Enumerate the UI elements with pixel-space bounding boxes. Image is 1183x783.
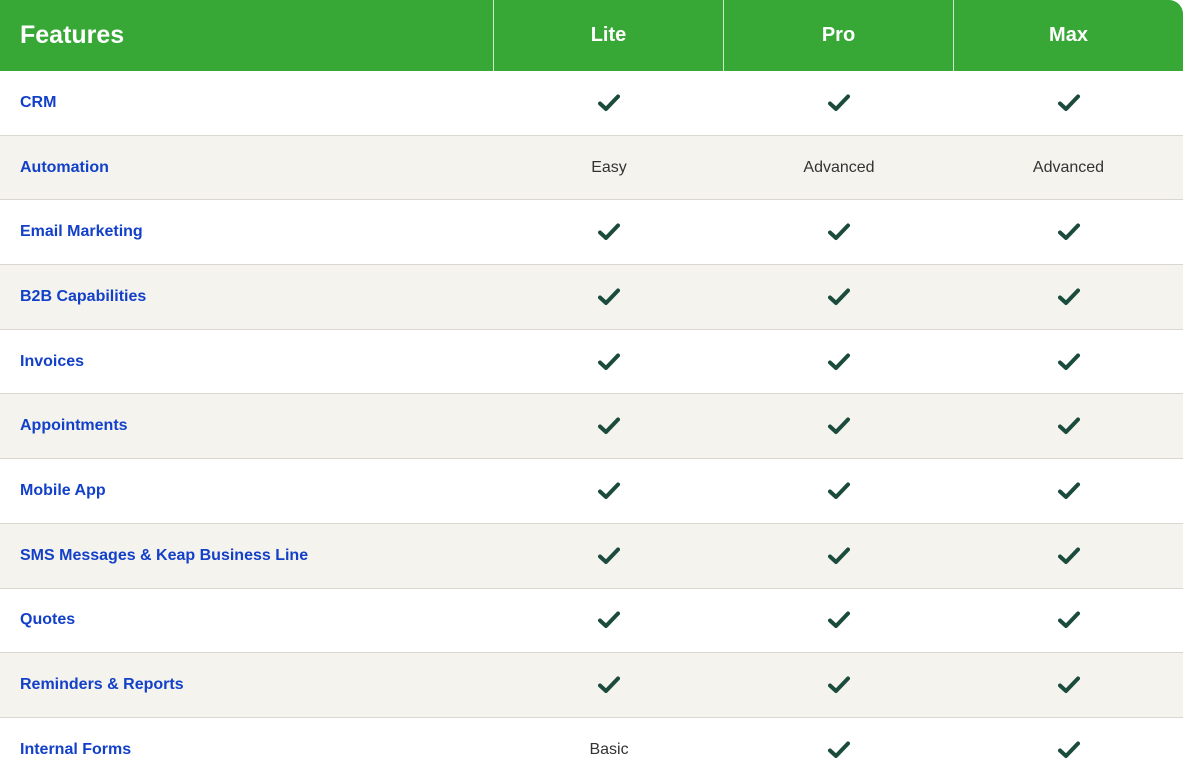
plan-cell-max (954, 330, 1183, 394)
checkmark-icon (1057, 547, 1080, 564)
checkmark-icon (828, 94, 850, 111)
feature-comparison-table: Features Lite Pro Max CRM Automation Easy A… (0, 0, 1183, 783)
plan-cell-lite (494, 524, 724, 588)
plan-value-text: Easy (591, 158, 627, 176)
feature-name[interactable]: Reminders & Reports (0, 653, 494, 717)
plan-cell-max: Advanced (954, 136, 1183, 200)
plan-cell-lite (494, 459, 724, 523)
checkmark-icon (828, 482, 850, 499)
plan-cell-pro (724, 394, 954, 458)
plan-cell-max (954, 394, 1183, 458)
checkmark-icon (1057, 223, 1080, 241)
plan-cell-pro (724, 200, 954, 264)
feature-name[interactable]: Appointments (0, 394, 494, 458)
feature-name[interactable]: Internal Forms (0, 718, 494, 783)
feature-name[interactable]: Invoices (0, 330, 494, 394)
table-row: Internal Forms Basic (0, 718, 1183, 783)
plan-cell-lite: Easy (494, 136, 724, 200)
checkmark-icon (1057, 611, 1080, 629)
plan-cell-max (954, 265, 1183, 329)
plan-value-text: Basic (589, 741, 629, 759)
plan-cell-lite (494, 653, 724, 717)
checkmark-icon (598, 223, 620, 241)
table-row: Invoices (0, 330, 1183, 395)
checkmark-icon (1057, 417, 1080, 435)
checkmark-icon (598, 676, 620, 694)
checkmark-icon (1057, 288, 1080, 305)
plan-cell-lite (494, 265, 724, 329)
plan-cell-pro (724, 524, 954, 588)
checkmark-icon (1057, 741, 1080, 759)
table-row: Email Marketing (0, 200, 1183, 266)
table-row: Reminders & Reports (0, 653, 1183, 718)
plan-header-pro: Pro (724, 0, 954, 71)
checkmark-icon (598, 482, 620, 499)
checkmark-icon (598, 353, 620, 370)
checkmark-icon (598, 94, 620, 111)
checkmark-icon (598, 417, 620, 435)
table-row: Automation Easy Advanced Advanced (0, 135, 1183, 201)
checkmark-icon (828, 741, 850, 759)
plan-cell-lite (494, 330, 724, 394)
checkmark-icon (828, 288, 850, 305)
table-header: Features Lite Pro Max (0, 0, 1183, 71)
table-row: SMS Messages & Keap Business Line (0, 523, 1183, 589)
plan-cell-lite: Basic (494, 718, 724, 783)
plan-value-text: Advanced (803, 158, 875, 176)
checkmark-icon (1057, 353, 1080, 370)
plan-cell-pro (724, 718, 954, 783)
plan-cell-pro (724, 653, 954, 717)
plan-header-max: Max (1049, 24, 1088, 46)
feature-name[interactable]: SMS Messages & Keap Business Line (0, 524, 494, 588)
checkmark-icon (1057, 676, 1080, 694)
plan-cell-max (954, 200, 1183, 264)
checkmark-icon (1057, 482, 1080, 499)
feature-name[interactable]: Email Marketing (0, 200, 494, 264)
table-body: CRM Automation Easy Advanced Advanced Email M… (0, 71, 1183, 783)
plan-value-text: Advanced (1032, 158, 1105, 176)
plan-cell-max (954, 718, 1183, 783)
plan-cell-pro (724, 459, 954, 523)
plan-cell-max (954, 459, 1183, 523)
table-row: B2B Capabilities (0, 265, 1183, 330)
feature-name[interactable]: CRM (0, 71, 494, 135)
features-header: Features (0, 0, 494, 71)
plan-cell-lite (494, 394, 724, 458)
plan-cell-max (954, 524, 1183, 588)
table-row: Appointments (0, 394, 1183, 460)
checkmark-icon (598, 288, 620, 305)
checkmark-icon (828, 611, 850, 629)
checkmark-icon (598, 611, 620, 629)
checkmark-icon (828, 417, 850, 435)
checkmark-icon (828, 353, 850, 370)
plan-cell-max (954, 653, 1183, 717)
plan-cell-lite (494, 71, 724, 135)
checkmark-icon (828, 676, 850, 694)
plan-cell-pro (724, 265, 954, 329)
plan-cell-pro (724, 589, 954, 653)
feature-name[interactable]: B2B Capabilities (0, 265, 494, 329)
plan-cell-max (954, 589, 1183, 653)
plan-cell-pro: Advanced (724, 136, 954, 200)
checkmark-icon (598, 547, 620, 564)
feature-name[interactable]: Automation (0, 136, 494, 200)
checkmark-icon (1057, 94, 1080, 111)
plan-cell-lite (494, 200, 724, 264)
table-row: Mobile App (0, 459, 1183, 524)
feature-name[interactable]: Quotes (0, 589, 494, 653)
feature-name[interactable]: Mobile App (0, 459, 494, 523)
plan-cell-pro (724, 330, 954, 394)
checkmark-icon (828, 223, 850, 241)
plan-header-lite: Lite (494, 0, 724, 71)
plan-cell-pro (724, 71, 954, 135)
plan-cell-max (954, 71, 1183, 135)
table-row: Quotes (0, 589, 1183, 654)
table-row: CRM (0, 71, 1183, 136)
plan-cell-lite (494, 589, 724, 653)
checkmark-icon (828, 547, 850, 564)
